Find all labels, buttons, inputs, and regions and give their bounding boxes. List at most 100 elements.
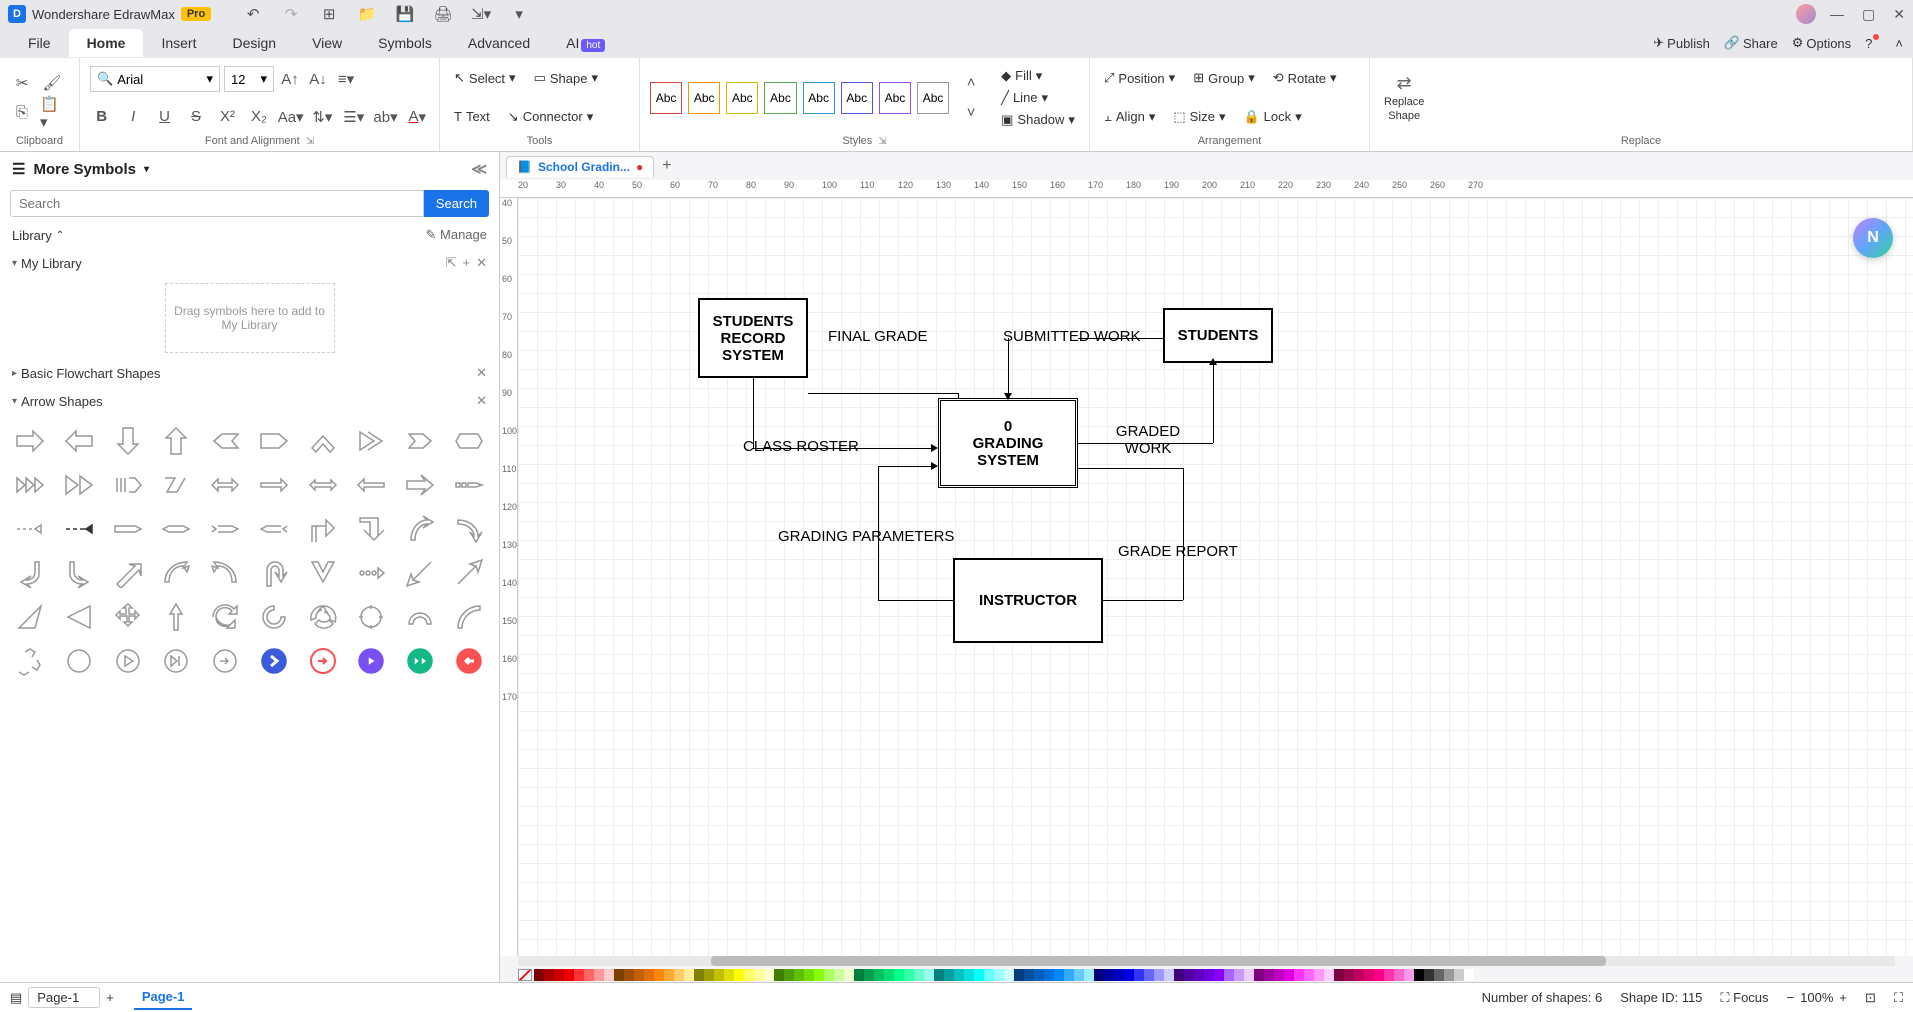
- fill-button[interactable]: ◆ Fill ▾: [997, 66, 1079, 86]
- pages-icon[interactable]: ▤: [10, 990, 22, 1006]
- arrow-tri-left-icon[interactable]: [57, 597, 102, 637]
- arrow-feather-right-icon[interactable]: [203, 509, 248, 549]
- arrow-quarter-icon[interactable]: [446, 597, 491, 637]
- color-swatch[interactable]: [1264, 969, 1274, 981]
- fullscreen-icon[interactable]: ⛶: [1894, 990, 1903, 1006]
- ai-assistant-badge[interactable]: N: [1853, 218, 1893, 258]
- arrow-segment-icon[interactable]: [446, 465, 491, 505]
- rotate-button[interactable]: ⟲ Rotate▾: [1269, 68, 1341, 88]
- color-swatch[interactable]: [994, 969, 1004, 981]
- arrow-thin-right-icon[interactable]: [252, 465, 297, 505]
- color-swatch[interactable]: [794, 969, 804, 981]
- arrow-circular-icon[interactable]: [252, 597, 297, 637]
- color-swatch[interactable]: [1334, 969, 1344, 981]
- arrow-left-icon[interactable]: [57, 421, 102, 461]
- group-button[interactable]: ⊞ Group▾: [1189, 68, 1259, 88]
- arrow-down-icon[interactable]: [105, 421, 150, 461]
- line-button[interactable]: ╱ Line ▾: [997, 88, 1079, 108]
- zoom-out-button[interactable]: −: [1787, 990, 1795, 1005]
- arrow-chevron-right-icon[interactable]: [349, 421, 394, 461]
- user-avatar[interactable]: [1796, 4, 1816, 24]
- color-swatch[interactable]: [1064, 969, 1074, 981]
- circle-chevron-blue-icon[interactable]: [252, 641, 297, 681]
- arrow-zigzag-icon[interactable]: [154, 465, 199, 505]
- color-swatch[interactable]: [584, 969, 594, 981]
- color-swatch[interactable]: [624, 969, 634, 981]
- tab-ai[interactable]: AIhot: [548, 29, 623, 57]
- color-swatch[interactable]: [1294, 969, 1304, 981]
- color-swatch[interactable]: [554, 969, 564, 981]
- arrow-diag-icon[interactable]: [105, 553, 150, 593]
- color-swatch[interactable]: [1184, 969, 1194, 981]
- color-swatch[interactable]: [1374, 969, 1384, 981]
- color-swatch[interactable]: [724, 969, 734, 981]
- color-swatch[interactable]: [1404, 969, 1414, 981]
- color-swatch[interactable]: [984, 969, 994, 981]
- color-swatch[interactable]: [1084, 969, 1094, 981]
- arrow-narrow-up-icon[interactable]: [154, 597, 199, 637]
- minimize-icon[interactable]: —: [1830, 6, 1844, 23]
- circle-play-purple-icon[interactable]: [349, 641, 394, 681]
- color-swatch[interactable]: [894, 969, 904, 981]
- color-swatch[interactable]: [1134, 969, 1144, 981]
- arrow-dots-icon[interactable]: [349, 553, 394, 593]
- arrow-thin-left-icon[interactable]: [349, 465, 394, 505]
- node-students[interactable]: STUDENTS: [1163, 308, 1273, 363]
- maximize-icon[interactable]: ▢: [1862, 6, 1875, 23]
- color-swatch[interactable]: [574, 969, 584, 981]
- circle-outline-icon[interactable]: [57, 641, 102, 681]
- format-painter-icon[interactable]: 🖌: [40, 71, 64, 95]
- color-swatch[interactable]: [754, 969, 764, 981]
- color-swatch[interactable]: [634, 969, 644, 981]
- basic-flowchart-section[interactable]: Basic Flowchart Shapes ✕: [0, 359, 499, 387]
- color-swatch[interactable]: [1074, 969, 1084, 981]
- color-swatch[interactable]: [714, 969, 724, 981]
- tab-insert[interactable]: Insert: [143, 29, 214, 57]
- font-shrink-icon[interactable]: A↓: [306, 67, 330, 91]
- panel-collapse-icon[interactable]: ≪: [471, 160, 487, 178]
- circle-back-red-icon[interactable]: [446, 641, 491, 681]
- align-icon[interactable]: ≡▾: [334, 67, 358, 91]
- font-group-expand-icon[interactable]: ⇲: [306, 136, 314, 147]
- arrow-quad-icon[interactable]: [105, 597, 150, 637]
- bold-icon[interactable]: B: [90, 105, 113, 129]
- color-swatch[interactable]: [834, 969, 844, 981]
- color-swatch[interactable]: [1034, 969, 1044, 981]
- color-swatch[interactable]: [1304, 969, 1314, 981]
- color-swatch[interactable]: [844, 969, 854, 981]
- arrow-flat-right-icon[interactable]: [105, 509, 150, 549]
- mylib-close-icon[interactable]: ✕: [476, 255, 487, 271]
- collapse-ribbon-icon[interactable]: ˄: [1895, 36, 1903, 51]
- color-swatch[interactable]: [1324, 969, 1334, 981]
- arrow-uturn-up-icon[interactable]: [300, 509, 345, 549]
- publish-button[interactable]: ✈ Publish: [1653, 35, 1710, 51]
- color-swatch[interactable]: [964, 969, 974, 981]
- color-swatch[interactable]: [534, 969, 544, 981]
- arrow-arc-icon[interactable]: [154, 553, 199, 593]
- arrow-curve-up-icon[interactable]: [398, 509, 443, 549]
- color-swatch[interactable]: [664, 969, 674, 981]
- align-button[interactable]: ⫠ Align▾: [1100, 107, 1159, 127]
- font-size-select[interactable]: 12▾: [224, 66, 274, 92]
- tab-view[interactable]: View: [294, 29, 360, 57]
- color-swatch[interactable]: [1464, 969, 1474, 981]
- color-swatch[interactable]: [904, 969, 914, 981]
- arrow-dotted-icon[interactable]: [8, 509, 53, 549]
- tab-file[interactable]: File: [10, 29, 69, 57]
- circle-arrow-red-icon[interactable]: [300, 641, 345, 681]
- color-swatch[interactable]: [1094, 969, 1104, 981]
- select-button[interactable]: ↖ Select ▾: [450, 68, 520, 88]
- arrow-leftright-icon[interactable]: [203, 465, 248, 505]
- cut-icon[interactable]: ✂: [10, 71, 34, 95]
- document-tab[interactable]: 📘 School Gradin... ●: [506, 156, 654, 177]
- color-swatch[interactable]: [1004, 969, 1014, 981]
- arrow-cycle4-icon[interactable]: [349, 597, 394, 637]
- color-swatch[interactable]: [814, 969, 824, 981]
- tab-design[interactable]: Design: [214, 29, 294, 57]
- page-select[interactable]: Page-1: [28, 987, 100, 1008]
- position-button[interactable]: ⤢ Position▾: [1100, 68, 1179, 88]
- style-swatch[interactable]: Abc: [688, 82, 720, 114]
- close-icon[interactable]: ✕: [1893, 6, 1905, 23]
- color-swatch[interactable]: [1174, 969, 1184, 981]
- node-grading-system[interactable]: 0 GRADING SYSTEM: [938, 398, 1078, 488]
